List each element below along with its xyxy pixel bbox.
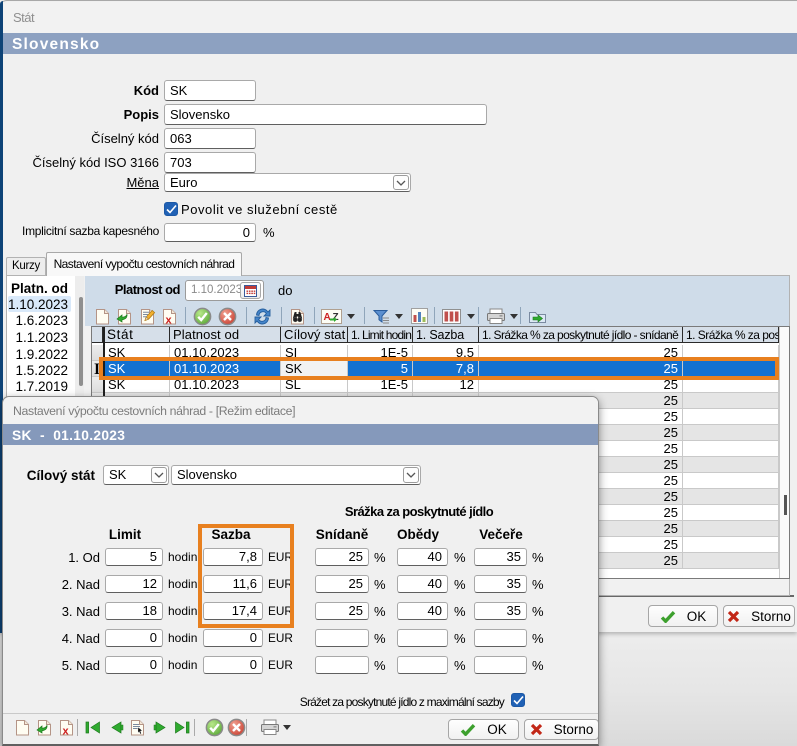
svg-text:x: x — [166, 315, 173, 326]
svg-text:x: x — [63, 726, 70, 737]
svg-text:Z: Z — [333, 312, 339, 323]
svg-text:A: A — [324, 312, 331, 323]
